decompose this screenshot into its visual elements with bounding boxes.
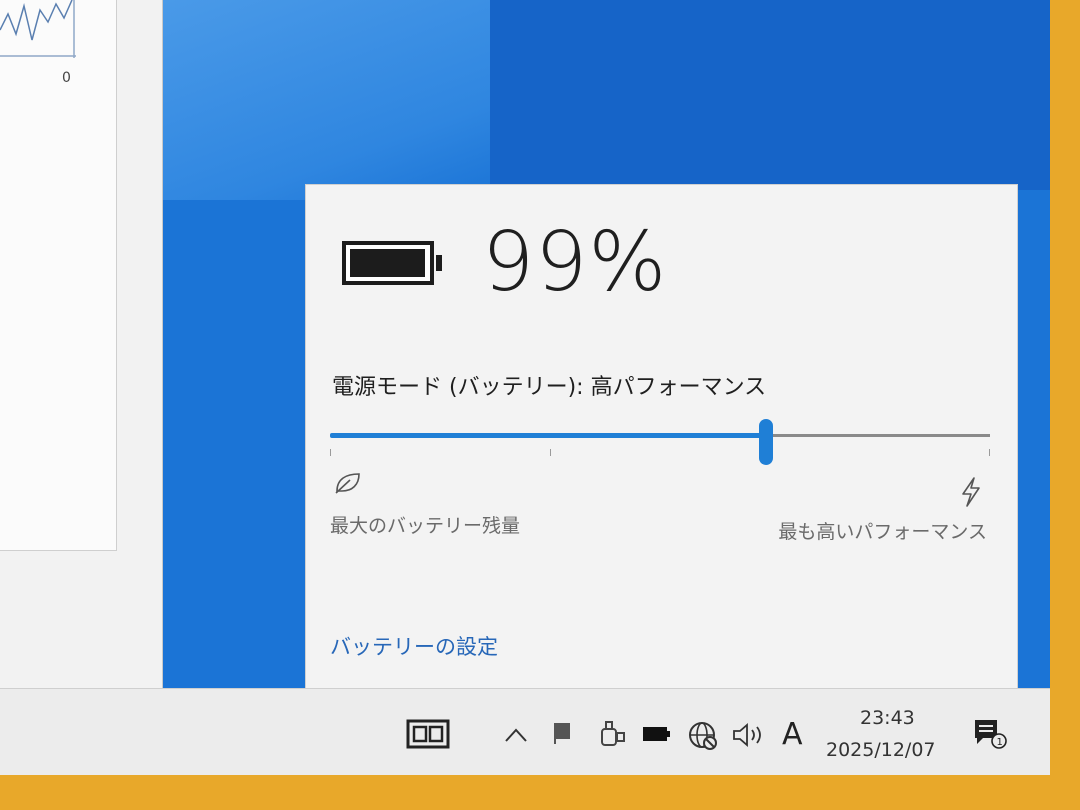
slider-track xyxy=(766,434,990,437)
slider-tick xyxy=(550,449,551,456)
slider-track-filled xyxy=(330,433,766,438)
chevron-up-icon[interactable] xyxy=(504,725,528,745)
battery-icon[interactable] xyxy=(642,725,672,743)
speaker-icon[interactable] xyxy=(732,723,766,747)
battery-settings-link[interactable]: バッテリーの設定 xyxy=(330,631,498,661)
lightning-bolt-icon xyxy=(962,477,980,507)
battery-large-icon xyxy=(342,241,442,285)
background-panel: 0 xyxy=(0,0,117,551)
ime-indicator[interactable]: A xyxy=(782,717,803,752)
background-window[interactable]: 0 xyxy=(0,0,163,688)
usb-device-icon[interactable] xyxy=(598,719,626,749)
slider-tick xyxy=(989,449,990,456)
battery-saver-leaf-icon xyxy=(335,473,360,494)
screen: 0 99% 電源モード (バッテリー): 高パフォーマンス 最大のバッテリー残量… xyxy=(0,0,1050,775)
desktop-wallpaper-dark xyxy=(490,0,1050,190)
task-view-icon[interactable] xyxy=(406,719,450,749)
slider-min-label: 最大のバッテリー残量 xyxy=(330,515,521,537)
graph-axis-label: 0 xyxy=(62,70,71,86)
flag-icon[interactable] xyxy=(552,721,572,745)
power-mode-label: 電源モード (バッテリー): 高パフォーマンス xyxy=(332,375,767,400)
taskbar: A 23:43 2025/12/07 1 xyxy=(0,688,1050,775)
slider-tick xyxy=(330,449,331,456)
clock-time[interactable]: 23:43 xyxy=(860,707,915,729)
notification-center-icon[interactable]: 1 xyxy=(972,717,1008,751)
activity-graph xyxy=(0,0,76,58)
network-globe-icon[interactable] xyxy=(688,721,718,751)
svg-text:1: 1 xyxy=(997,737,1003,748)
slider-max-label: 最も高いパフォーマンス xyxy=(778,521,987,543)
power-mode-slider[interactable] xyxy=(330,415,990,465)
battery-percentage: 99% xyxy=(482,215,668,310)
battery-flyout: 99% 電源モード (バッテリー): 高パフォーマンス 最大のバッテリー残量 最… xyxy=(305,184,1018,694)
clock-date[interactable]: 2025/12/07 xyxy=(826,739,936,761)
desktop-wallpaper-light xyxy=(160,0,490,200)
slider-thumb[interactable] xyxy=(759,419,773,465)
